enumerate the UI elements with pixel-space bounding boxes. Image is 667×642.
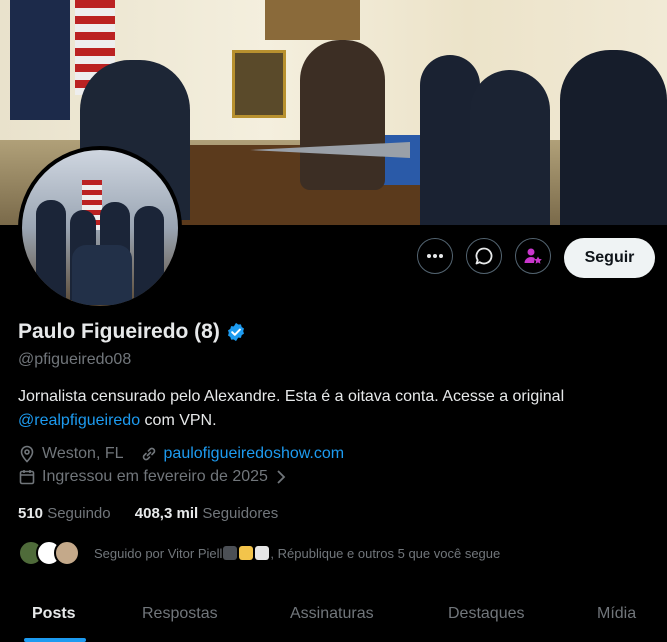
avatar-person bbox=[72, 245, 132, 305]
active-tab-indicator bbox=[24, 638, 86, 642]
banner-bust bbox=[300, 40, 385, 190]
more-button[interactable] bbox=[417, 238, 453, 274]
followers-count-link[interactable]: 408,3 mil Seguidores bbox=[135, 505, 278, 522]
profile-name: Paulo Figueiredo (8) bbox=[18, 320, 220, 343]
profile-location: Weston, FL bbox=[42, 445, 124, 462]
calendar-icon bbox=[19, 470, 35, 485]
follow-button[interactable]: Seguir bbox=[564, 238, 655, 278]
followed-by[interactable]: Seguido por Vitor Piell , République e ou… bbox=[18, 540, 500, 566]
message-icon bbox=[475, 247, 493, 265]
followed-by-prefix: Seguido por Vitor Piell bbox=[94, 545, 223, 561]
avatar-person bbox=[36, 200, 66, 300]
profile-bio: Jornalista censurado pelo Alexandre. Est… bbox=[18, 385, 638, 433]
profile-joined-row[interactable]: Ingressou em fevereiro de 2025 bbox=[18, 468, 294, 486]
followers-count: 408,3 mil bbox=[134, 505, 199, 522]
profile-website-link[interactable]: paulofigueiredoshow.com bbox=[164, 445, 345, 463]
emoji-square bbox=[255, 545, 270, 560]
avatar-person bbox=[134, 206, 164, 300]
following-count-link[interactable]: 510 Seguindo bbox=[18, 505, 111, 522]
verified-badge-icon[interactable] bbox=[226, 322, 246, 342]
subscribe-icon bbox=[524, 248, 542, 264]
link-icon bbox=[142, 447, 155, 461]
chevron-right-icon bbox=[277, 470, 286, 484]
bio-text: Jornalista censurado pelo Alexandre. Est… bbox=[18, 388, 565, 405]
banner-person bbox=[560, 50, 667, 225]
profile-handle: @pfigueiredo08 bbox=[18, 351, 132, 368]
followed-by-suffix: , République e outros 5 que você segue bbox=[270, 545, 501, 561]
banner-flag-navy bbox=[10, 0, 70, 120]
profile-joined: Ingressou em fevereiro de 2025 bbox=[42, 468, 268, 485]
bio-suffix: com VPN. bbox=[140, 412, 217, 429]
profile-avatar[interactable] bbox=[18, 146, 182, 310]
following-label: Seguindo bbox=[47, 505, 111, 522]
tab-posts[interactable]: Posts bbox=[32, 605, 76, 623]
profile-meta-row: Weston, FL paulofigueiredoshow.com bbox=[18, 445, 344, 463]
followers-label: Seguidores bbox=[202, 505, 279, 522]
follow-counts: 510 Seguindo 408,3 mil Seguidores bbox=[18, 505, 278, 522]
website-wrapper: paulofigueiredoshow.com bbox=[140, 445, 345, 463]
location-icon bbox=[20, 445, 34, 463]
subscribe-button[interactable] bbox=[515, 238, 551, 274]
message-button[interactable] bbox=[466, 238, 502, 274]
following-count: 510 bbox=[18, 505, 44, 522]
tab-midia[interactable]: Mídia bbox=[597, 605, 636, 623]
emoji-square bbox=[239, 545, 254, 560]
tab-assinaturas[interactable]: Assinaturas bbox=[290, 605, 374, 623]
emoji-square bbox=[223, 545, 238, 560]
profile-name-row: Paulo Figueiredo (8) bbox=[18, 320, 246, 344]
banner-painting bbox=[232, 50, 286, 118]
banner-person bbox=[470, 70, 550, 225]
banner-bookshelf bbox=[265, 0, 360, 40]
more-icon bbox=[427, 254, 443, 258]
tab-destaques[interactable]: Destaques bbox=[448, 605, 525, 623]
follower-avatar bbox=[54, 540, 80, 566]
bio-mention-link[interactable]: @realpfigueiredo bbox=[18, 412, 140, 429]
profile-tabs: Posts Respostas Assinaturas Destaques Mí… bbox=[0, 595, 667, 642]
tab-respostas[interactable]: Respostas bbox=[142, 605, 218, 623]
followed-by-text: Seguido por Vitor Piell , République e ou… bbox=[94, 545, 501, 561]
